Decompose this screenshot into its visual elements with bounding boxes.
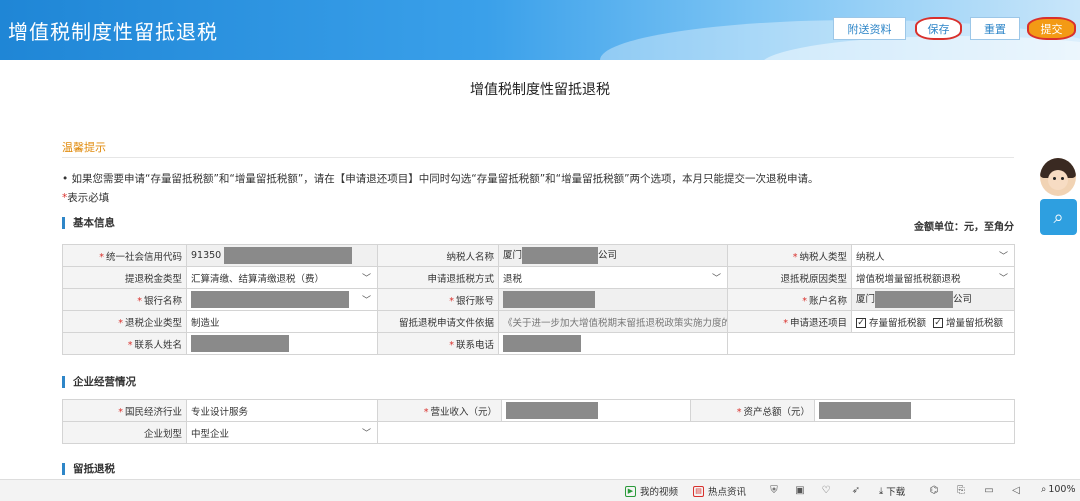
field-label: * 银行名称 — [62, 288, 187, 311]
enterprise-type-field[interactable]: 制造业 — [186, 310, 378, 333]
page-title: 增值税制度性留抵退税 — [470, 82, 610, 98]
stock-credit-checkbox[interactable]: ✓ — [856, 318, 866, 328]
refund-reason-select[interactable]: 增值税增量留抵税额退税 ﹀ — [851, 266, 1015, 289]
window-icon[interactable]: ▭ — [983, 485, 995, 497]
attach-materials-button[interactable]: 附送资料 — [833, 17, 906, 40]
chevron-down-icon: ﹀ — [361, 274, 371, 284]
table-row: * 统一社会信用代码 91350 纳税人名称 厦门 公司 * 纳税人类型 纳税人 ﹀ — [62, 244, 1015, 267]
contact-name-field[interactable] — [186, 332, 378, 355]
amount-unit-note: 金额单位：元，至角分 — [914, 222, 1014, 233]
search-doc-icon[interactable]: ⌕ — [1040, 199, 1077, 235]
field-label: * 统一社会信用代码 — [62, 244, 187, 267]
tips-heading: 温馨提示 — [62, 141, 106, 154]
total-assets-field[interactable] — [814, 399, 1015, 422]
table-row: * 退税企业类型 制造业 留抵退税申请文件依据 《关于进一步加大增值税期末留抵退税… — [62, 310, 1015, 333]
zoom-control[interactable]: ⌕ 100% — [1041, 484, 1076, 495]
news-icon: ▤ — [693, 485, 704, 497]
field-label: 企业划型 — [62, 421, 187, 444]
field-label: * 账户名称 — [727, 288, 852, 311]
heart-icon[interactable]: ♡ — [820, 485, 832, 497]
required-note: *表示必填 — [62, 192, 110, 204]
field-label: * 申请退还项目 — [727, 310, 852, 333]
enterprise-scale-select[interactable]: 中型企业 ﹀ — [186, 421, 378, 444]
bank-account-field[interactable] — [498, 288, 728, 311]
hot-news-button[interactable]: ▤ 热点资讯 — [693, 484, 746, 498]
divider — [62, 157, 1014, 158]
table-row: 提退税金类型 汇算清缴、结算清缴退税（费） ﹀ 申请退抵税方式 退税 ﹀ 退抵税原因… — [62, 266, 1015, 289]
section-credit-refund: 留抵退税 — [62, 463, 115, 475]
app-header: 增值税制度性留抵退税 附送资料 保存 重置 提交 — [0, 0, 1080, 60]
business-ops-table: * 国民经济行业 专业设计服务 * 营业收入（元） * 资产总额（元） 企业划型 中型… — [62, 399, 1015, 444]
chevron-down-icon: ﹀ — [998, 274, 1008, 284]
redaction — [522, 247, 599, 264]
redaction — [503, 291, 595, 308]
redaction — [503, 335, 581, 352]
clipboard-icon[interactable]: ⎘ — [955, 485, 967, 497]
image-icon[interactable]: ▣ — [794, 485, 806, 497]
field-label: 留抵退税申请文件依据 — [377, 310, 499, 333]
redaction — [191, 291, 349, 308]
table-row: 企业划型 中型企业 ﹀ — [62, 421, 1015, 444]
chevron-down-icon: ﹀ — [361, 296, 371, 306]
submit-button[interactable]: 提交 — [1027, 17, 1076, 40]
browser-status-bar: ▶ 我的视频 ▤ 热点资讯 ⛨ ▣ ♡ ➶ ⤓ 下载 ⌬ ⎘ ▭ ◁ ⌕ 100% — [0, 479, 1080, 501]
refund-method-select[interactable]: 退税 ﹀ — [498, 266, 728, 289]
redaction — [819, 402, 911, 419]
revenue-field[interactable] — [501, 399, 691, 422]
reset-button[interactable]: 重置 — [970, 17, 1020, 40]
account-name-field[interactable]: 厦门 公司 — [851, 288, 1015, 311]
field-label: 退抵税原因类型 — [727, 266, 852, 289]
field-label: * 联系人姓名 — [62, 332, 187, 355]
rocket-icon[interactable]: ➶ — [850, 485, 862, 497]
download-icon: ⤓ — [879, 485, 884, 497]
refund-tax-type-select[interactable]: 汇算清缴、结算清缴退税（费） ﹀ — [186, 266, 378, 289]
field-label: 纳税人名称 — [377, 244, 499, 267]
assistant-avatar[interactable] — [1040, 158, 1076, 196]
table-row: * 国民经济行业 专业设计服务 * 营业收入（元） * 资产总额（元） — [62, 399, 1015, 422]
refund-items-field: ✓ 存量留抵税额 ✓ 增量留抵税额 — [851, 310, 1015, 333]
redaction — [875, 291, 954, 308]
redaction — [224, 247, 353, 264]
field-label: * 银行账号 — [377, 288, 499, 311]
redaction — [506, 402, 598, 419]
chevron-down-icon: ﹀ — [998, 252, 1008, 262]
download-button[interactable]: ⤓ 下载 — [879, 484, 905, 499]
volume-icon[interactable]: ◁ — [1010, 485, 1022, 497]
table-row: * 银行名称 ﹀ * 银行账号 * 账户名称 厦门 公司 — [62, 288, 1015, 311]
table-row: * 联系人姓名 * 联系电话 — [62, 332, 1015, 355]
field-label: 申请退抵税方式 — [377, 266, 499, 289]
section-basic-info: 基本信息 — [62, 217, 115, 229]
app-title: 增值税制度性留抵退税 — [8, 20, 218, 44]
policy-basis-field[interactable]: 《关于进一步加大增值税期末留抵退税政策实施力度的 — [498, 310, 728, 333]
empty-cell — [727, 332, 1015, 355]
redaction — [191, 335, 289, 352]
incremental-credit-checkbox[interactable]: ✓ — [933, 318, 944, 328]
my-video-button[interactable]: ▶ 我的视频 — [625, 484, 678, 498]
credit-code-field[interactable]: 91350 — [186, 244, 378, 267]
game-icon[interactable]: ⌬ — [928, 485, 940, 497]
field-label: * 联系电话 — [377, 332, 499, 355]
basic-info-table: * 统一社会信用代码 91350 纳税人名称 厦门 公司 * 纳税人类型 纳税人 ﹀ 提… — [62, 244, 1015, 355]
field-label: * 纳税人类型 — [727, 244, 852, 267]
tips-text: • 如果您需要申请“存量留抵税额”和“增量留抵税额”，请在【申请退还项目】中同时… — [62, 173, 819, 185]
field-label: 提退税金类型 — [62, 266, 187, 289]
shield-icon[interactable]: ⛨ — [768, 485, 780, 497]
chevron-down-icon: ﹀ — [361, 429, 371, 439]
bank-name-select[interactable]: ﹀ — [186, 288, 378, 311]
field-label: * 国民经济行业 — [62, 399, 187, 422]
field-label: * 营业收入（元） — [377, 399, 502, 422]
play-icon: ▶ — [625, 485, 636, 497]
field-label: * 资产总额（元） — [690, 399, 815, 422]
contact-phone-field[interactable] — [498, 332, 728, 355]
field-label: * 退税企业类型 — [62, 310, 187, 333]
taxpayer-name-field[interactable]: 厦门 公司 — [498, 244, 728, 267]
chevron-down-icon: ﹀ — [711, 274, 721, 284]
zoom-icon: ⌕ — [1041, 484, 1047, 495]
taxpayer-type-select[interactable]: 纳税人 ﹀ — [851, 244, 1015, 267]
save-button[interactable]: 保存 — [915, 17, 962, 40]
empty-cell — [377, 421, 1015, 444]
industry-field[interactable]: 专业设计服务 — [186, 399, 378, 422]
section-business-ops: 企业经营情况 — [62, 376, 136, 388]
